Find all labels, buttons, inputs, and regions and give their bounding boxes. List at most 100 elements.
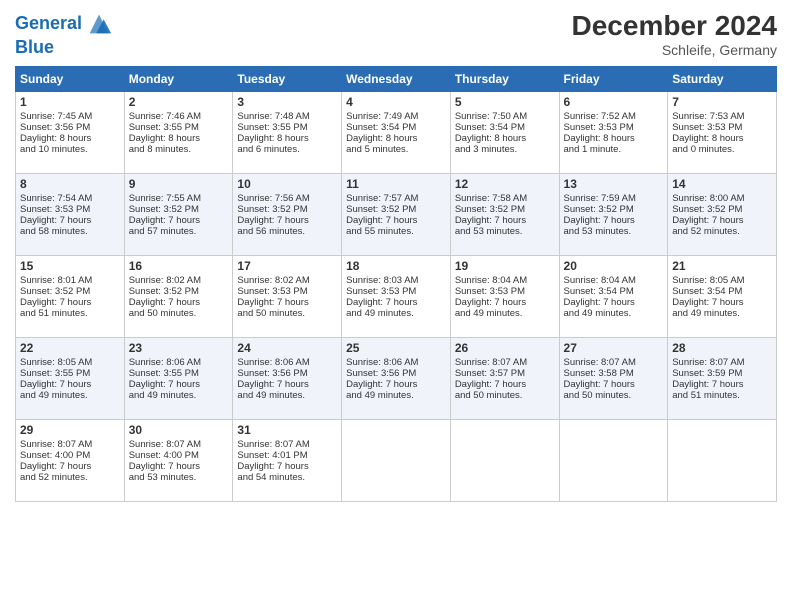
- cell-text: Sunset: 3:55 PM: [20, 368, 120, 379]
- day-number: 30: [129, 423, 229, 437]
- cell-text: Sunset: 3:52 PM: [129, 204, 229, 215]
- day-number: 26: [455, 341, 555, 355]
- day-header-tuesday: Tuesday: [233, 67, 342, 92]
- day-number: 21: [672, 259, 772, 273]
- cell-text: Sunset: 3:52 PM: [346, 204, 446, 215]
- cell-text: Daylight: 7 hours: [129, 297, 229, 308]
- calendar-cell: 1Sunrise: 7:45 AMSunset: 3:56 PMDaylight…: [16, 92, 125, 174]
- cell-text: Sunrise: 8:07 AM: [20, 439, 120, 450]
- day-number: 27: [564, 341, 664, 355]
- cell-text: Sunset: 3:53 PM: [564, 122, 664, 133]
- day-number: 1: [20, 95, 120, 109]
- day-header-monday: Monday: [124, 67, 233, 92]
- cell-text: Sunset: 3:54 PM: [672, 286, 772, 297]
- logo-general: General: [15, 13, 82, 33]
- logo-text: General: [15, 14, 82, 34]
- day-number: 24: [237, 341, 337, 355]
- cell-text: Sunset: 3:54 PM: [455, 122, 555, 133]
- cell-text: Sunrise: 8:05 AM: [672, 275, 772, 286]
- cell-text: Daylight: 7 hours: [672, 379, 772, 390]
- cell-text: Daylight: 7 hours: [20, 379, 120, 390]
- calendar-cell: 20Sunrise: 8:04 AMSunset: 3:54 PMDayligh…: [559, 256, 668, 338]
- cell-text: Sunset: 3:54 PM: [346, 122, 446, 133]
- cell-text: Sunrise: 7:48 AM: [237, 111, 337, 122]
- cell-text: and 56 minutes.: [237, 226, 337, 237]
- cell-text: Sunset: 3:57 PM: [455, 368, 555, 379]
- cell-text: Sunset: 3:56 PM: [20, 122, 120, 133]
- calendar-cell: 10Sunrise: 7:56 AMSunset: 3:52 PMDayligh…: [233, 174, 342, 256]
- cell-text: Sunrise: 7:45 AM: [20, 111, 120, 122]
- cell-text: Sunrise: 8:04 AM: [564, 275, 664, 286]
- cell-text: Daylight: 7 hours: [346, 215, 446, 226]
- calendar-cell: [559, 420, 668, 502]
- cell-text: Daylight: 7 hours: [20, 215, 120, 226]
- cell-text: and 50 minutes.: [237, 308, 337, 319]
- calendar-cell: 27Sunrise: 8:07 AMSunset: 3:58 PMDayligh…: [559, 338, 668, 420]
- cell-text: Sunrise: 7:58 AM: [455, 193, 555, 204]
- calendar-cell: 26Sunrise: 8:07 AMSunset: 3:57 PMDayligh…: [450, 338, 559, 420]
- cell-text: Sunrise: 8:07 AM: [237, 439, 337, 450]
- day-number: 12: [455, 177, 555, 191]
- cell-text: Sunset: 3:54 PM: [564, 286, 664, 297]
- cell-text: Sunrise: 7:52 AM: [564, 111, 664, 122]
- calendar-cell: 22Sunrise: 8:05 AMSunset: 3:55 PMDayligh…: [16, 338, 125, 420]
- day-header-saturday: Saturday: [668, 67, 777, 92]
- day-number: 7: [672, 95, 772, 109]
- month-title: December 2024: [572, 10, 777, 42]
- cell-text: Sunset: 3:58 PM: [564, 368, 664, 379]
- day-number: 5: [455, 95, 555, 109]
- cell-text: Sunrise: 7:53 AM: [672, 111, 772, 122]
- calendar-cell: 18Sunrise: 8:03 AMSunset: 3:53 PMDayligh…: [342, 256, 451, 338]
- cell-text: Daylight: 7 hours: [20, 297, 120, 308]
- calendar-week-2: 8Sunrise: 7:54 AMSunset: 3:53 PMDaylight…: [16, 174, 777, 256]
- cell-text: and 54 minutes.: [237, 472, 337, 483]
- calendar-cell: 3Sunrise: 7:48 AMSunset: 3:55 PMDaylight…: [233, 92, 342, 174]
- cell-text: Daylight: 7 hours: [129, 379, 229, 390]
- cell-text: and 57 minutes.: [129, 226, 229, 237]
- cell-text: Sunrise: 8:05 AM: [20, 357, 120, 368]
- cell-text: and 52 minutes.: [20, 472, 120, 483]
- cell-text: and 49 minutes.: [346, 390, 446, 401]
- calendar-cell: 28Sunrise: 8:07 AMSunset: 3:59 PMDayligh…: [668, 338, 777, 420]
- cell-text: Sunrise: 8:03 AM: [346, 275, 446, 286]
- day-number: 29: [20, 423, 120, 437]
- cell-text: Daylight: 8 hours: [564, 133, 664, 144]
- calendar-cell: 31Sunrise: 8:07 AMSunset: 4:01 PMDayligh…: [233, 420, 342, 502]
- calendar-cell: 25Sunrise: 8:06 AMSunset: 3:56 PMDayligh…: [342, 338, 451, 420]
- calendar-cell: 29Sunrise: 8:07 AMSunset: 4:00 PMDayligh…: [16, 420, 125, 502]
- day-number: 2: [129, 95, 229, 109]
- cell-text: and 51 minutes.: [20, 308, 120, 319]
- calendar-cell: 4Sunrise: 7:49 AMSunset: 3:54 PMDaylight…: [342, 92, 451, 174]
- cell-text: Sunrise: 8:02 AM: [129, 275, 229, 286]
- cell-text: and 49 minutes.: [564, 308, 664, 319]
- cell-text: Daylight: 7 hours: [672, 297, 772, 308]
- day-number: 14: [672, 177, 772, 191]
- cell-text: Daylight: 7 hours: [20, 461, 120, 472]
- calendar-cell: [668, 420, 777, 502]
- calendar-cell: 6Sunrise: 7:52 AMSunset: 3:53 PMDaylight…: [559, 92, 668, 174]
- day-header-wednesday: Wednesday: [342, 67, 451, 92]
- cell-text: Daylight: 7 hours: [129, 215, 229, 226]
- cell-text: Sunrise: 8:07 AM: [455, 357, 555, 368]
- calendar-cell: 2Sunrise: 7:46 AMSunset: 3:55 PMDaylight…: [124, 92, 233, 174]
- day-number: 8: [20, 177, 120, 191]
- cell-text: Sunset: 3:52 PM: [564, 204, 664, 215]
- cell-text: Sunrise: 8:07 AM: [129, 439, 229, 450]
- calendar-cell: 30Sunrise: 8:07 AMSunset: 4:00 PMDayligh…: [124, 420, 233, 502]
- day-header-sunday: Sunday: [16, 67, 125, 92]
- cell-text: Daylight: 7 hours: [672, 215, 772, 226]
- calendar-cell: 11Sunrise: 7:57 AMSunset: 3:52 PMDayligh…: [342, 174, 451, 256]
- cell-text: Sunset: 4:01 PM: [237, 450, 337, 461]
- cell-text: Sunrise: 8:06 AM: [237, 357, 337, 368]
- cell-text: and 3 minutes.: [455, 144, 555, 155]
- calendar-cell: 16Sunrise: 8:02 AMSunset: 3:52 PMDayligh…: [124, 256, 233, 338]
- cell-text: Sunset: 3:53 PM: [20, 204, 120, 215]
- cell-text: Sunset: 3:53 PM: [455, 286, 555, 297]
- calendar-cell: 24Sunrise: 8:06 AMSunset: 3:56 PMDayligh…: [233, 338, 342, 420]
- day-number: 3: [237, 95, 337, 109]
- cell-text: Sunrise: 8:06 AM: [346, 357, 446, 368]
- cell-text: Sunrise: 8:00 AM: [672, 193, 772, 204]
- cell-text: and 6 minutes.: [237, 144, 337, 155]
- day-number: 25: [346, 341, 446, 355]
- cell-text: and 49 minutes.: [20, 390, 120, 401]
